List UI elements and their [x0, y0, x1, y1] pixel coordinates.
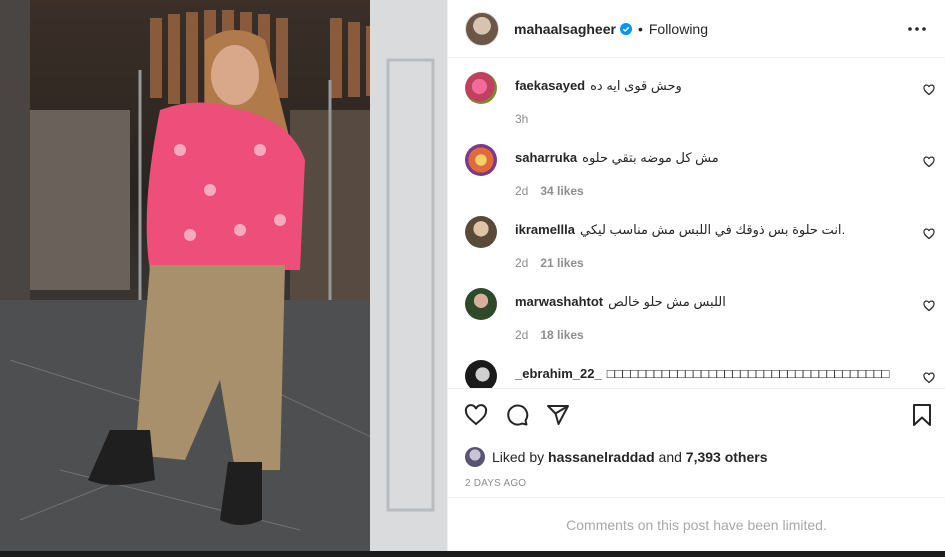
post-detail-panel: mahaalsagheer • Following faekasayed وحش … — [447, 0, 945, 551]
comment-text: □□□□□□□□□□□□□□□□□□□□□□□□□□□□□□□□□□□□ — [606, 366, 890, 381]
bottom-edge — [0, 551, 945, 557]
comment-like-heart-icon[interactable] — [923, 300, 935, 312]
post-date[interactable]: 2 DAYS AGO — [465, 478, 526, 489]
author-avatar[interactable] — [465, 11, 499, 46]
post-photo[interactable] — [0, 0, 447, 551]
header-separator: • — [637, 20, 643, 37]
comment-age: 2d — [515, 328, 529, 342]
commenter-avatar[interactable] — [465, 288, 497, 320]
comment-likes-count[interactable]: 21 likes — [540, 256, 583, 270]
save-bookmark-icon[interactable] — [910, 403, 934, 427]
more-options-icon[interactable] — [905, 17, 929, 41]
likes-others-link[interactable]: 7,393 others — [686, 449, 768, 465]
comment-username[interactable]: faekasayed — [515, 78, 585, 93]
comment-username[interactable]: saharruka — [515, 150, 577, 165]
verified-badge-icon — [619, 22, 632, 35]
liker-username[interactable]: hassanelraddad — [548, 449, 655, 465]
comments-limited-notice: Comments on this post have been limited. — [448, 497, 945, 552]
like-heart-icon[interactable] — [464, 403, 488, 427]
commenter-avatar[interactable] — [465, 216, 497, 248]
comment-username[interactable]: ikramellla — [515, 222, 575, 237]
share-paper-plane-icon[interactable] — [546, 403, 570, 427]
comment-age: 3h — [515, 112, 529, 126]
comment-age: 2d — [515, 256, 529, 270]
comment-like-heart-icon[interactable] — [923, 84, 935, 96]
post-actions-bar — [464, 403, 934, 431]
comment-username[interactable]: marwashahtot — [515, 294, 603, 309]
comment-text: اللبس مش حلو خالص — [608, 294, 726, 309]
comment-like-heart-icon[interactable] — [923, 372, 935, 384]
comment-age: 2d — [515, 184, 529, 198]
likes-summary: Liked by hassanelraddad and 7,393 others — [465, 447, 768, 467]
comment-like-heart-icon[interactable] — [923, 228, 935, 240]
liker-avatar[interactable] — [465, 447, 485, 467]
comment-text: وحش قوى ايه ده — [590, 78, 682, 93]
post-photo-illustration — [0, 0, 447, 551]
post-header: mahaalsagheer • Following — [448, 0, 945, 58]
comment-likes-count[interactable]: 18 likes — [540, 328, 583, 342]
commenter-avatar[interactable] — [465, 360, 497, 388]
comment-bubble-icon[interactable] — [505, 403, 529, 427]
comment-text: انت حلوة بس ذوقك في اللبس مش مناسب ليكي. — [580, 222, 846, 237]
author-username[interactable]: mahaalsagheer — [514, 21, 616, 37]
commenter-avatar[interactable] — [465, 144, 497, 176]
commenter-avatar[interactable] — [465, 72, 497, 104]
comment-text: مش كل موضه بتقي حلوه — [582, 150, 719, 165]
comment-like-heart-icon[interactable] — [923, 156, 935, 168]
comment-username[interactable]: _ebrahim_22_ — [515, 366, 602, 381]
likes-conjunction: and — [658, 449, 682, 465]
comments-list[interactable]: faekasayed وحش قوى ايه ده 3h saharruka مش … — [448, 58, 945, 388]
following-button[interactable]: Following — [649, 21, 708, 37]
likes-prefix: Liked by — [492, 449, 545, 465]
divider — [448, 388, 945, 389]
comment-likes-count[interactable]: 34 likes — [540, 184, 583, 198]
